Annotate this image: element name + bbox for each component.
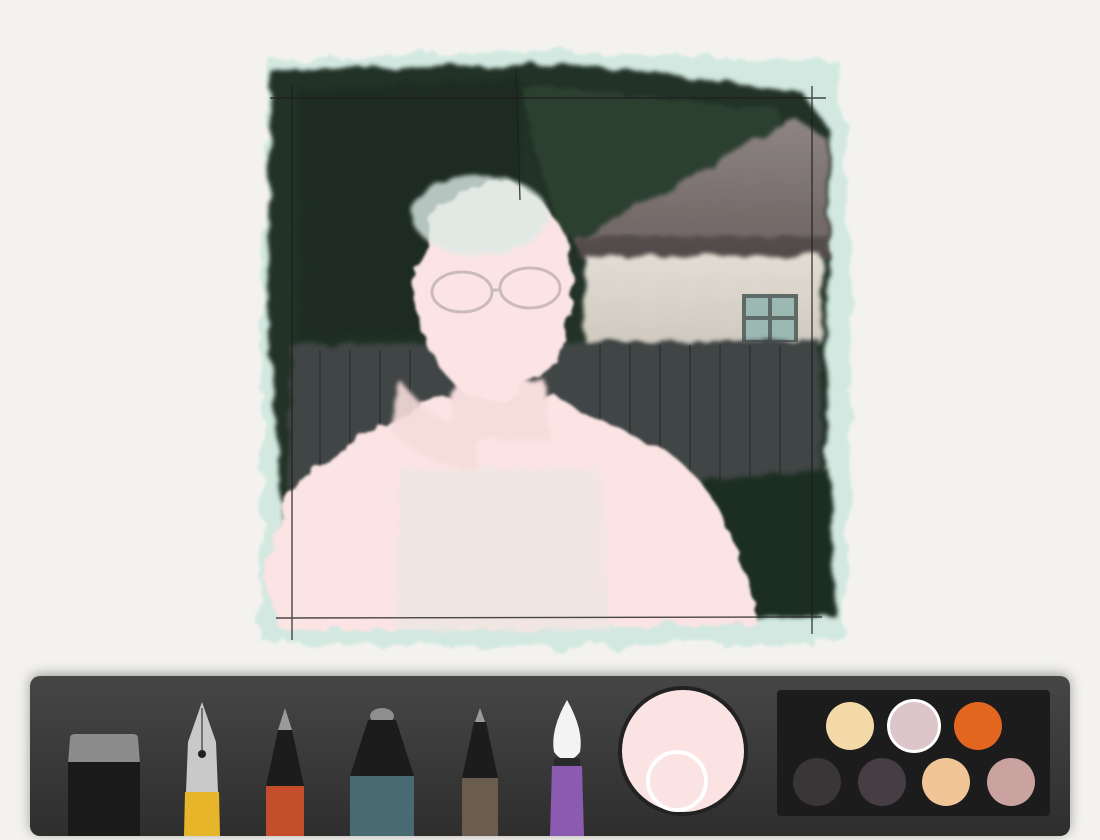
watercolor-brush-tool[interactable] <box>548 700 586 836</box>
fine-liner-tool[interactable] <box>458 708 502 836</box>
fine-liner-icon <box>462 708 498 836</box>
marker-icon <box>350 708 414 836</box>
swatch-peach[interactable] <box>922 758 970 806</box>
color-mixer-ring[interactable] <box>646 750 708 812</box>
eraser-tool[interactable] <box>66 732 142 836</box>
fountain-pen-tool[interactable] <box>182 702 222 836</box>
watercolor-painting <box>260 50 852 648</box>
swatch-charcoal[interactable] <box>793 758 841 806</box>
marker-tool[interactable] <box>348 708 416 836</box>
fountain-pen-icon <box>184 702 220 836</box>
tool-tray <box>30 676 1070 836</box>
eraser-icon <box>68 734 140 836</box>
swatch-orange[interactable] <box>954 702 1002 750</box>
watercolor-brush-icon <box>550 700 584 836</box>
pencil-tool[interactable] <box>262 708 308 836</box>
pencil-icon <box>266 708 304 836</box>
swatch-sand[interactable] <box>826 702 874 750</box>
color-palette <box>777 690 1050 816</box>
swatch-dark-plum[interactable] <box>858 758 906 806</box>
swatch-dusty-rose[interactable] <box>987 758 1035 806</box>
current-color-button[interactable] <box>618 686 748 816</box>
swatch-pale-mauve[interactable] <box>890 702 938 750</box>
